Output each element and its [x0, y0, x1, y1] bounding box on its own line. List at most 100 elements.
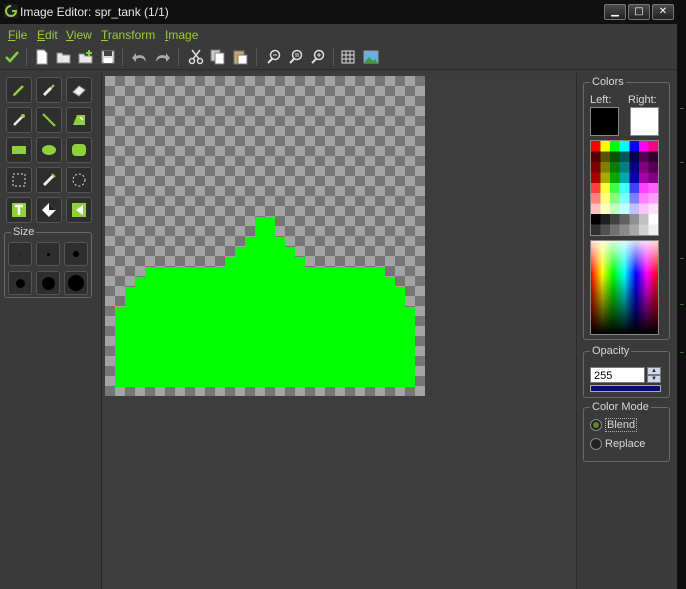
menu-edit[interactable]: Edit [37, 28, 58, 42]
pencil-tool[interactable] [6, 77, 32, 103]
ellipse-tool[interactable] [36, 137, 62, 163]
rectangle-icon [12, 146, 26, 154]
window-title: Image Editor: spr_tank (1/1) [20, 5, 169, 19]
right-color-label: Right: [628, 94, 657, 106]
eraser-icon [72, 85, 86, 97]
sprite-canvas[interactable] [105, 76, 425, 396]
menu-transform[interactable]: Transform [101, 28, 155, 42]
select-rect-tool[interactable] [6, 167, 32, 193]
select-ellipse-tool[interactable] [66, 167, 92, 193]
ellipse-icon [42, 145, 56, 155]
background-mark [680, 162, 684, 163]
size-3-button[interactable] [64, 242, 88, 266]
opacity-input[interactable]: 255 [590, 367, 645, 383]
cut-icon[interactable] [186, 47, 206, 67]
eraser-tool[interactable] [66, 77, 92, 103]
background-mark [680, 108, 684, 109]
size-label: Size [11, 226, 37, 238]
flip-tool[interactable] [66, 197, 92, 223]
spray-tool[interactable] [36, 77, 62, 103]
fill-icon [73, 115, 85, 125]
zoom-out-icon[interactable] [264, 47, 284, 67]
dot-icon [19, 253, 21, 255]
size-2-button[interactable] [36, 242, 60, 266]
redo-icon[interactable] [152, 47, 172, 67]
select-ellipse-icon [72, 173, 86, 187]
size-6-button[interactable] [64, 271, 88, 295]
zoom-reset-icon[interactable] [286, 47, 306, 67]
menu-image[interactable]: Image [165, 28, 198, 42]
left-color-label: Left: [590, 94, 612, 106]
menu-view[interactable]: View [66, 28, 92, 42]
colors-label: Colors [590, 76, 626, 88]
title-bar[interactable]: Image Editor: spr_tank (1/1) ▁ □ ✕ [0, 0, 677, 24]
blend-radio[interactable]: Blend [590, 417, 638, 433]
grid-icon[interactable] [338, 47, 358, 67]
color-mode-label: Color Mode [590, 401, 651, 413]
rounded-rect-icon [72, 144, 86, 156]
menu-file[interactable]: File [8, 28, 27, 42]
size-4-button[interactable] [8, 271, 32, 295]
left-color-swatch[interactable] [590, 107, 619, 136]
right-color-swatch[interactable] [630, 107, 659, 136]
toolbar-separator [333, 48, 334, 66]
fill-tool[interactable] [66, 107, 92, 133]
text-tool[interactable] [6, 197, 32, 223]
background-edge [677, 0, 686, 589]
change-color-tool[interactable] [36, 197, 62, 223]
maximize-button[interactable]: □ [628, 4, 650, 20]
zoom-in-icon[interactable] [308, 47, 328, 67]
dot-icon [73, 251, 79, 257]
undo-icon[interactable] [130, 47, 150, 67]
right-panel: Colors Left: Right: Opacity 255 ▲ ▼ Colo… [578, 73, 677, 589]
rounded-rect-tool[interactable] [66, 137, 92, 163]
replace-label: Replace [605, 438, 646, 450]
replace-radio[interactable]: Replace [590, 436, 645, 452]
new-file-icon[interactable] [32, 47, 52, 67]
minimize-button[interactable]: ▁ [604, 4, 626, 20]
opacity-label: Opacity [590, 345, 632, 357]
flip-icon [72, 203, 86, 217]
add-folder-icon[interactable] [76, 47, 96, 67]
spin-up-button[interactable]: ▲ [647, 367, 661, 375]
open-folder-icon[interactable] [54, 47, 74, 67]
toolbar-separator [256, 48, 257, 66]
dot-icon [46, 252, 50, 256]
size-group: Size [4, 226, 92, 298]
magic-wand-icon [42, 173, 56, 187]
spray-icon [42, 84, 55, 97]
opacity-slider[interactable] [590, 385, 661, 392]
image-icon[interactable] [361, 47, 381, 67]
radio-icon [590, 419, 602, 431]
canvas-area[interactable] [101, 73, 577, 589]
color-picker-icon [13, 114, 25, 126]
pencil-icon [13, 85, 24, 96]
copy-icon[interactable] [208, 47, 228, 67]
blend-label: Blend [605, 418, 638, 432]
spin-down-button[interactable]: ▼ [647, 375, 661, 383]
toolbar-separator [122, 48, 123, 66]
colors-group: Colors Left: Right: [583, 76, 670, 340]
toolbar-separator [26, 48, 27, 66]
menu-bar: File Edit View Transform Image [0, 26, 677, 44]
size-1-button[interactable] [8, 242, 32, 266]
dot-icon [41, 276, 55, 290]
dot-icon [15, 278, 25, 288]
size-5-button[interactable] [36, 271, 60, 295]
background-mark [680, 352, 684, 353]
line-icon [42, 113, 56, 127]
rectangle-tool[interactable] [6, 137, 32, 163]
line-tool[interactable] [36, 107, 62, 133]
close-button[interactable]: ✕ [652, 4, 674, 20]
magic-wand-tool[interactable] [36, 167, 62, 193]
color-spectrum[interactable] [590, 240, 659, 335]
color-palette[interactable] [590, 140, 659, 236]
change-color-icon [42, 203, 56, 217]
paste-icon[interactable] [230, 47, 250, 67]
save-icon[interactable] [98, 47, 118, 67]
image-editor-window: Image Editor: spr_tank (1/1) ▁ □ ✕ File … [0, 0, 678, 589]
text-icon [12, 203, 26, 217]
checkmark-icon[interactable] [2, 47, 22, 67]
color-mode-group: Color Mode Blend Replace [583, 401, 670, 462]
color-picker-tool[interactable] [6, 107, 32, 133]
